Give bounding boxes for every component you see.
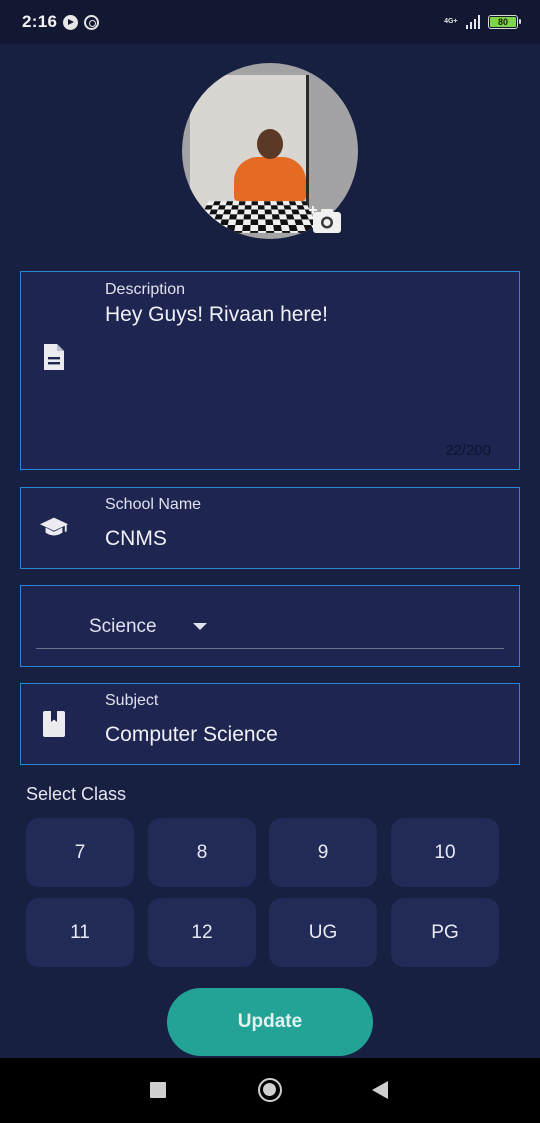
description-input[interactable]: Hey Guys! Rivaan here! — [105, 303, 328, 327]
signal-icon — [465, 15, 480, 29]
dropdown-underline — [36, 648, 504, 649]
subject-input[interactable]: Computer Science — [105, 723, 278, 747]
system-navigation-bar — [0, 1058, 540, 1123]
network-type: 4G+ — [444, 18, 458, 25]
recents-icon[interactable] — [150, 1082, 166, 1098]
status-bar: 2:16 4G+ 80 — [0, 0, 540, 44]
class-option-12[interactable]: 12 — [148, 898, 256, 967]
class-option-pg[interactable]: PG — [391, 898, 499, 967]
class-option-10[interactable]: 10 — [391, 818, 499, 887]
photo-person-head — [257, 129, 283, 159]
status-time: 2:16 — [22, 12, 58, 31]
edit-profile-screen: 2:16 4G+ 80 Description Hey Guys! Rivaan… — [0, 0, 540, 1123]
class-option-9[interactable]: 9 — [269, 818, 377, 887]
back-icon[interactable] — [372, 1081, 388, 1099]
stream-dropdown[interactable]: Science — [20, 585, 520, 667]
dropdown-arrow-icon[interactable] — [193, 623, 207, 630]
class-option-11[interactable]: 11 — [26, 898, 134, 967]
school-name-field[interactable]: School Name CNMS — [20, 487, 520, 569]
description-label: Description — [105, 281, 186, 298]
photo-chessboard — [193, 201, 321, 233]
character-counter: 22/200 — [445, 442, 491, 459]
battery-icon: 80 — [488, 15, 521, 29]
subject-field[interactable]: Subject Computer Science — [20, 683, 520, 765]
class-option-7[interactable]: 7 — [26, 818, 134, 887]
class-option-8[interactable]: 8 — [148, 818, 256, 887]
add-photo-icon[interactable] — [309, 205, 343, 235]
select-class-title: Select Class — [26, 784, 127, 804]
book-icon — [39, 709, 69, 739]
graduation-cap-icon — [39, 512, 69, 542]
photo-person-body — [234, 157, 306, 201]
play-store-icon — [63, 14, 79, 30]
status-indicators: 4G+ 80 — [444, 15, 521, 29]
home-icon[interactable] — [258, 1078, 282, 1102]
school-name-label: School Name — [105, 496, 202, 513]
sync-icon — [84, 14, 100, 30]
class-option-ug[interactable]: UG — [269, 898, 377, 967]
battery-level: 80 — [490, 17, 516, 27]
update-button[interactable]: Update — [167, 988, 373, 1056]
stream-selected-value: Science — [89, 616, 157, 637]
school-name-input[interactable]: CNMS — [105, 527, 167, 551]
subject-label: Subject — [105, 692, 159, 709]
description-field[interactable]: Description Hey Guys! Rivaan here! 22/20… — [20, 271, 520, 470]
document-icon — [39, 342, 69, 372]
